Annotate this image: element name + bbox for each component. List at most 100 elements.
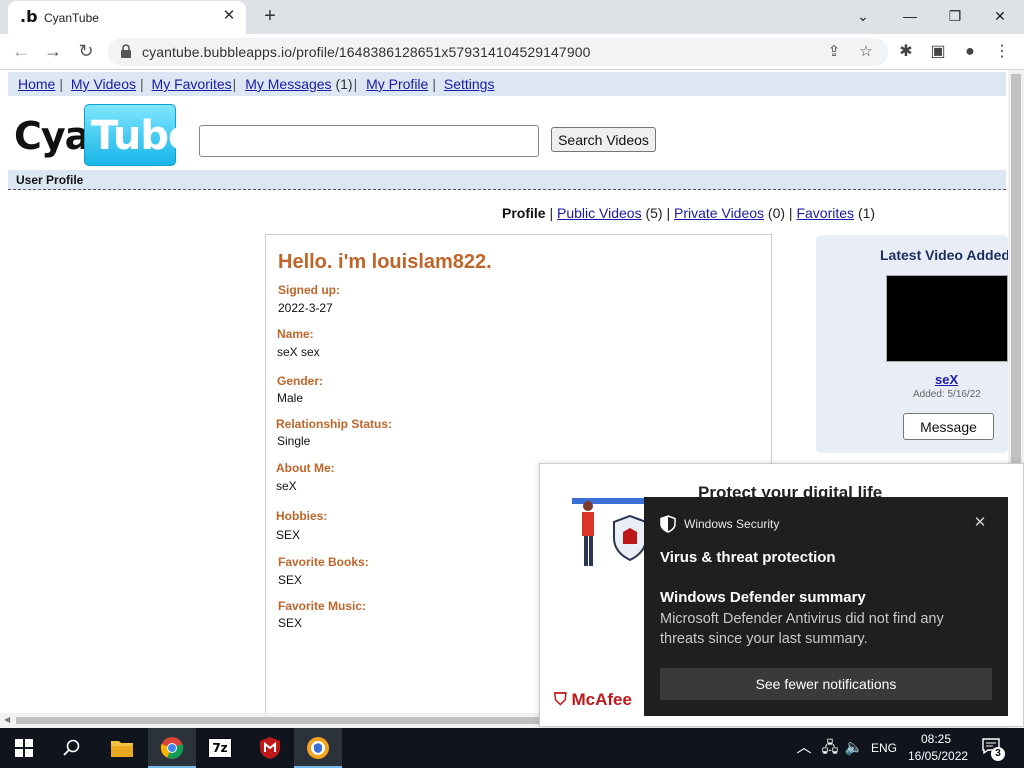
hobbies-label: Hobbies: [276,509,328,523]
private-videos-count: (0) [767,205,786,221]
profile-avatar-icon[interactable]: ● [958,40,982,64]
mcafee-brand-text: McAfee [571,690,632,709]
section-title-bar: User Profile [8,170,1006,190]
nav-my-messages-link[interactable]: My Messages [245,76,331,92]
lock-icon[interactable] [120,44,132,58]
video-thumbnail[interactable] [886,275,1008,362]
reload-icon[interactable]: ↻ [74,40,98,64]
profile-greeting: Hello. i'm louislam822. [278,251,492,273]
latest-video-title: Latest Video Added [880,247,1008,263]
logo-tube-box: Tube [84,104,195,166]
brave-browser-icon [307,737,329,759]
horizontal-scroll-thumb[interactable] [16,717,540,724]
taskbar-chrome[interactable] [148,728,196,768]
volume-icon[interactable]: 🔈 [844,738,864,758]
video-title-link[interactable]: seX [935,372,958,387]
nav-home-link[interactable]: Home [18,76,55,92]
action-center-button[interactable]: 3 [982,738,1005,761]
file-explorer-folder-icon [111,741,133,757]
profile-subnav: Profile | Public Videos (5) | Private Vi… [502,205,876,221]
toast-close-icon[interactable]: ✕ [970,513,990,533]
browser-tab[interactable]: .b CyanTube ✕ [8,1,246,34]
relationship-status-label: Relationship Status: [276,417,393,431]
gender-value: Male [277,391,304,405]
show-hidden-icons-chevron-icon[interactable]: ︿ [796,738,812,758]
taskbar-7zip[interactable]: 7z [196,728,244,768]
toast-body: Microsoft Defender Antivirus did not fin… [660,611,944,647]
toast-subheading: Windows Defender summary [660,589,866,606]
search-input[interactable] [199,125,539,157]
private-videos-link[interactable]: Private Videos [674,205,764,221]
messages-count: (1) [335,76,353,92]
back-arrow-icon[interactable]: ← [9,40,33,64]
tab-title: CyanTube [44,11,99,25]
name-label: Name: [277,327,314,341]
see-fewer-notifications-button[interactable]: See fewer notifications [660,668,992,700]
taskbar-mcafee[interactable] [246,728,294,768]
video-added-date: Added: 5/16/22 [913,389,981,400]
start-button[interactable] [0,728,48,768]
search-videos-button[interactable]: Search Videos [551,127,656,152]
windows-logo-icon [15,739,33,757]
favorites-link[interactable]: Favorites [796,205,854,221]
7zip-icon: 7z [208,738,232,758]
message-button[interactable]: Message [903,413,994,440]
about-me-label: About Me: [276,461,335,475]
public-videos-count: (5) [645,205,663,221]
forward-arrow-icon[interactable]: → [41,40,65,64]
latest-video-panel: Latest Video Added seX Added: 5/16/22 Me… [816,235,1008,453]
network-icon[interactable]: 🖧 [820,738,840,758]
public-videos-link[interactable]: Public Videos [557,205,642,221]
mcafee-shield-icon: ⛉ [554,690,567,709]
nav-settings-link[interactable]: Settings [444,76,495,92]
bookmark-star-icon[interactable]: ☆ [856,42,876,62]
tab-close-icon[interactable]: ✕ [220,7,238,25]
share-icon[interactable]: ⇪ [824,42,844,62]
clock-time[interactable]: 08:25 [921,732,951,746]
tab-search-chevron-icon[interactable]: ⌄ [848,4,878,28]
taskbar-security-app[interactable] [294,728,342,768]
close-window-icon[interactable]: ✕ [985,4,1015,28]
scroll-left-arrow-icon[interactable]: ◀ [4,715,10,724]
vertical-scroll-thumb[interactable] [1011,74,1021,466]
favorite-books-value: SEX [278,573,303,587]
chrome-icon [160,737,184,759]
url-text[interactable]: cyantube.bubbleapps.io/profile/164838612… [142,44,590,60]
extensions-puzzle-icon[interactable]: ✱ [894,40,918,64]
address-bar[interactable]: cyantube.bubbleapps.io/profile/164838612… [108,38,888,66]
signed-up-label: Signed up: [278,283,340,297]
favorites-count: (1) [857,205,876,221]
nav-separator: | [432,76,436,92]
mcafee-logo: ⛉ McAfee [554,690,632,710]
minimize-window-icon[interactable]: — [895,4,925,28]
browser-toolbar: ← → ↻ cyantube.bubbleapps.io/profile/164… [0,34,1024,70]
notification-count-badge: 3 [991,747,1005,761]
nav-my-favorites-link[interactable]: My Favorites [152,76,232,92]
relationship-status-value: Single [277,434,311,448]
nav-separator: | [232,76,237,92]
windows-security-toast[interactable]: Windows Security ✕ Virus & threat protec… [644,497,1008,716]
browser-tab-strip: .b CyanTube ✕ + ⌄ — ❐ ✕ [0,0,1024,34]
taskbar-search-button[interactable] [48,728,96,768]
language-indicator[interactable]: ENG [871,741,897,755]
nav-my-videos-link[interactable]: My Videos [71,76,136,92]
restore-window-icon[interactable]: ❐ [940,4,970,28]
chrome-menu-icon[interactable]: ⋮ [990,40,1014,64]
signed-up-value: 2022-3-27 [278,301,333,315]
taskbar-file-explorer[interactable] [98,728,146,768]
nav-separator: | [140,76,144,92]
logo-tube-text: Tube [91,113,195,159]
favorite-music-label: Favorite Music: [278,599,367,613]
windows-security-shield-icon [660,515,676,533]
side-panel-icon[interactable]: ▣ [926,40,950,64]
profile-tab-current: Profile [502,205,546,221]
favorite-music-value: SEX [278,616,303,630]
search-icon [63,739,80,756]
site-top-nav: Home | My Videos | My Favorites| My Messag… [8,72,1006,96]
clock-date[interactable]: 16/05/2022 [908,749,968,763]
gender-label: Gender: [277,374,324,388]
toast-heading: Virus & threat protection [660,549,836,566]
nav-my-profile-link[interactable]: My Profile [366,76,428,92]
new-tab-plus-icon[interactable]: + [258,5,282,29]
mcafee-shield-icon [260,737,280,759]
